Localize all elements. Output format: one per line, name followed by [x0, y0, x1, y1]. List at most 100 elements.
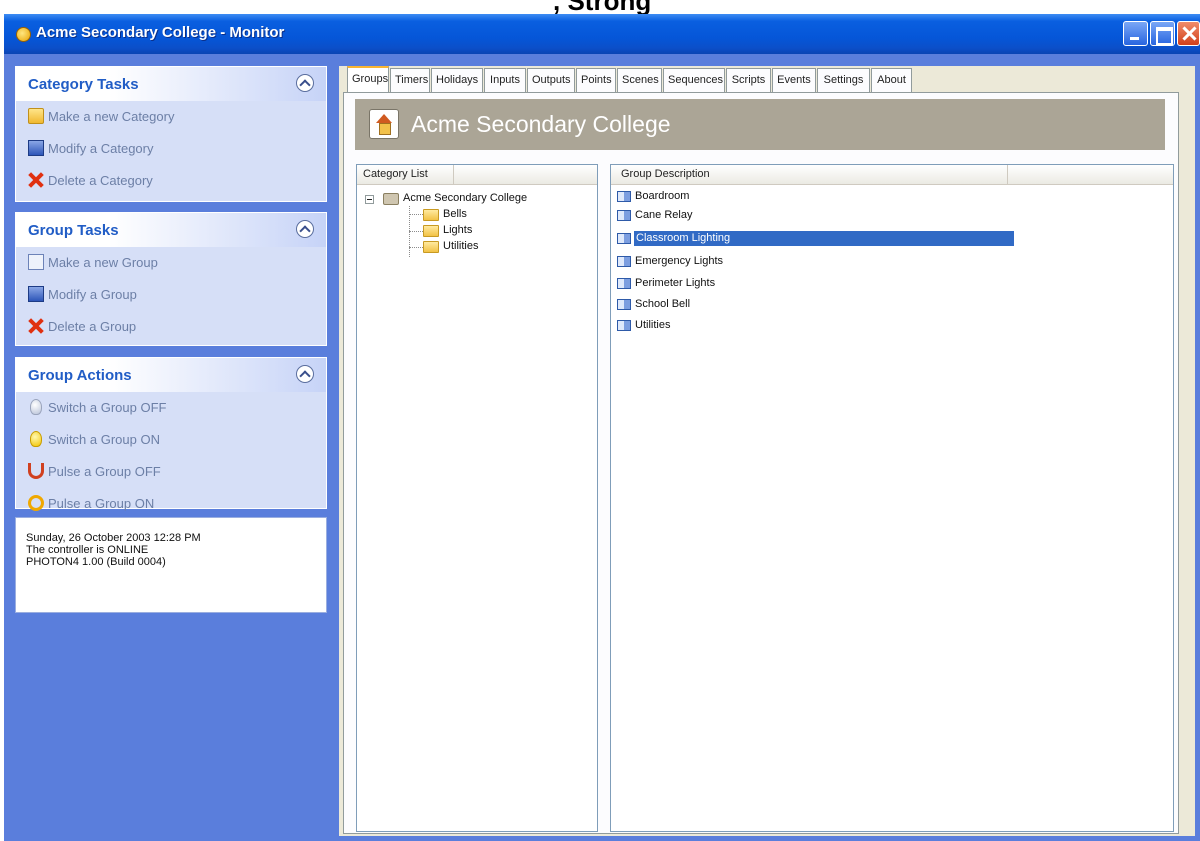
- chevron-up-icon[interactable]: [296, 220, 314, 238]
- list-item-label: Emergency Lights: [635, 255, 724, 267]
- tree-node-root[interactable]: Acme Secondary College: [403, 192, 527, 204]
- group-icon: [617, 210, 631, 221]
- tab-sequences[interactable]: Sequences: [663, 68, 725, 92]
- bulb-off-icon: [30, 399, 42, 415]
- app-icon: [16, 27, 31, 42]
- pane-item-label: Pulse a Group ON: [48, 496, 155, 511]
- list-item-label: Perimeter Lights: [635, 277, 716, 289]
- tree-line: [409, 231, 423, 232]
- chevron-up-icon[interactable]: [296, 74, 314, 92]
- group-icon: [617, 320, 631, 331]
- folder-new-icon: [28, 108, 44, 124]
- collapse-icon[interactable]: [365, 195, 374, 204]
- list-item[interactable]: Boardroom: [615, 187, 1015, 206]
- maximize-icon[interactable]: [1150, 21, 1175, 46]
- switch-group-on-link[interactable]: Switch a Group ON: [16, 424, 326, 456]
- list-item[interactable]: Utilities: [615, 316, 1015, 335]
- category-list-header[interactable]: Category List: [357, 165, 597, 185]
- status-controller: The controller is ONLINE: [26, 544, 149, 556]
- header-band: Acme Secondary College: [355, 99, 1165, 150]
- tab-events[interactable]: Events: [772, 68, 816, 92]
- column-divider[interactable]: [1007, 165, 1008, 184]
- pulse-on-icon: [28, 495, 44, 511]
- folder-icon: [423, 209, 439, 221]
- delete-group-link[interactable]: Delete a Group: [16, 311, 326, 343]
- group-new-icon: [28, 254, 44, 270]
- title-bar[interactable]: Acme Secondary College - Monitor: [4, 14, 1200, 54]
- folder-icon: [423, 241, 439, 253]
- group-icon: [617, 191, 631, 202]
- list-item[interactable]: School Bell: [615, 295, 1015, 314]
- window-title: Acme Secondary College - Monitor: [36, 24, 285, 41]
- status-datetime: Sunday, 26 October 2003 12:28 PM: [26, 532, 201, 544]
- pane-title: Group Tasks: [28, 222, 119, 239]
- list-item-selected[interactable]: Classroom Lighting: [615, 229, 1015, 248]
- pane-item-label: Modify a Group: [48, 287, 137, 302]
- tab-settings[interactable]: Settings: [817, 68, 870, 92]
- column-header-label: Category List: [363, 168, 428, 180]
- pane-item-label: Delete a Category: [48, 173, 153, 188]
- pulse-group-on-link[interactable]: Pulse a Group ON: [16, 488, 326, 520]
- group-tasks-pane: Group Tasks Make a new Group Modify a Gr…: [15, 212, 327, 346]
- make-group-link[interactable]: Make a new Group: [16, 247, 326, 279]
- tree-node-utilities[interactable]: Utilities: [443, 240, 478, 252]
- tree-node-lights[interactable]: Lights: [443, 224, 472, 236]
- modify-group-link[interactable]: Modify a Group: [16, 279, 326, 311]
- main-area: Groups Timers Holidays Inputs Outputs Po…: [339, 66, 1195, 836]
- tab-timers[interactable]: Timers: [390, 68, 430, 92]
- tab-about[interactable]: About: [871, 68, 912, 92]
- house-icon: [369, 109, 399, 139]
- tab-holidays[interactable]: Holidays: [431, 68, 483, 92]
- group-list-panel[interactable]: Group Description Boardroom Cane Relay C…: [610, 164, 1174, 832]
- delete-x-icon: [28, 172, 44, 188]
- make-category-link[interactable]: Make a new Category: [16, 101, 326, 133]
- column-divider[interactable]: [453, 165, 454, 184]
- minimize-icon[interactable]: [1123, 21, 1148, 46]
- list-item-label: Cane Relay: [635, 209, 693, 221]
- pane-title: Category Tasks: [28, 76, 139, 93]
- switch-group-off-link[interactable]: Switch a Group OFF: [16, 392, 326, 424]
- group-icon: [617, 256, 631, 267]
- tab-groups[interactable]: Groups: [347, 66, 389, 93]
- tab-points[interactable]: Points: [576, 68, 616, 92]
- pane-item-label: Make a new Category: [48, 109, 175, 124]
- category-list-panel[interactable]: Category List Acme Secondary College Bel…: [356, 164, 598, 832]
- close-icon[interactable]: [1177, 21, 1200, 46]
- tab-outputs[interactable]: Outputs: [527, 68, 575, 92]
- status-box: Sunday, 26 October 2003 12:28 PM The con…: [15, 517, 327, 613]
- tab-inputs[interactable]: Inputs: [484, 68, 526, 92]
- list-item[interactable]: Perimeter Lights: [615, 274, 1015, 293]
- window-edit-icon: [28, 286, 44, 302]
- group-actions-pane: Group Actions Switch a Group OFF Switch …: [15, 357, 327, 511]
- list-item-label: Boardroom: [635, 190, 690, 202]
- tab-scenes[interactable]: Scenes: [617, 68, 662, 92]
- delete-x-icon: [28, 318, 44, 334]
- category-tasks-header[interactable]: Category Tasks: [16, 67, 326, 101]
- header-title: Acme Secondary College: [411, 111, 671, 137]
- group-list-header[interactable]: Group Description: [611, 165, 1173, 185]
- tree-line: [409, 214, 423, 215]
- bulb-on-icon: [30, 431, 42, 447]
- groups-tab-panel: Acme Secondary College Category List Acm…: [343, 92, 1179, 834]
- tree-line: [409, 247, 423, 248]
- list-item[interactable]: Cane Relay: [615, 206, 1015, 225]
- folder-icon: [423, 225, 439, 237]
- category-tasks-pane: Category Tasks Make a new Category Modif…: [15, 66, 327, 202]
- column-header-label: Group Description: [621, 168, 710, 180]
- pane-item-label: Modify a Category: [48, 141, 154, 156]
- app-window: Acme Secondary College - Monitor Categor…: [4, 14, 1200, 841]
- modify-category-link[interactable]: Modify a Category: [16, 133, 326, 165]
- group-tasks-header[interactable]: Group Tasks: [16, 213, 326, 247]
- caption-fragment: , Strong: [0, 0, 1200, 14]
- pane-item-label: Pulse a Group OFF: [48, 464, 161, 479]
- tree-node-bells[interactable]: Bells: [443, 208, 467, 220]
- group-icon: [617, 233, 631, 244]
- list-item[interactable]: Emergency Lights: [615, 252, 1015, 271]
- house-icon: [383, 193, 399, 205]
- caption-text: , Strong: [553, 0, 651, 14]
- tab-scripts[interactable]: Scripts: [726, 68, 771, 92]
- chevron-up-icon[interactable]: [296, 365, 314, 383]
- pulse-group-off-link[interactable]: Pulse a Group OFF: [16, 456, 326, 488]
- group-actions-header[interactable]: Group Actions: [16, 358, 326, 392]
- delete-category-link[interactable]: Delete a Category: [16, 165, 326, 197]
